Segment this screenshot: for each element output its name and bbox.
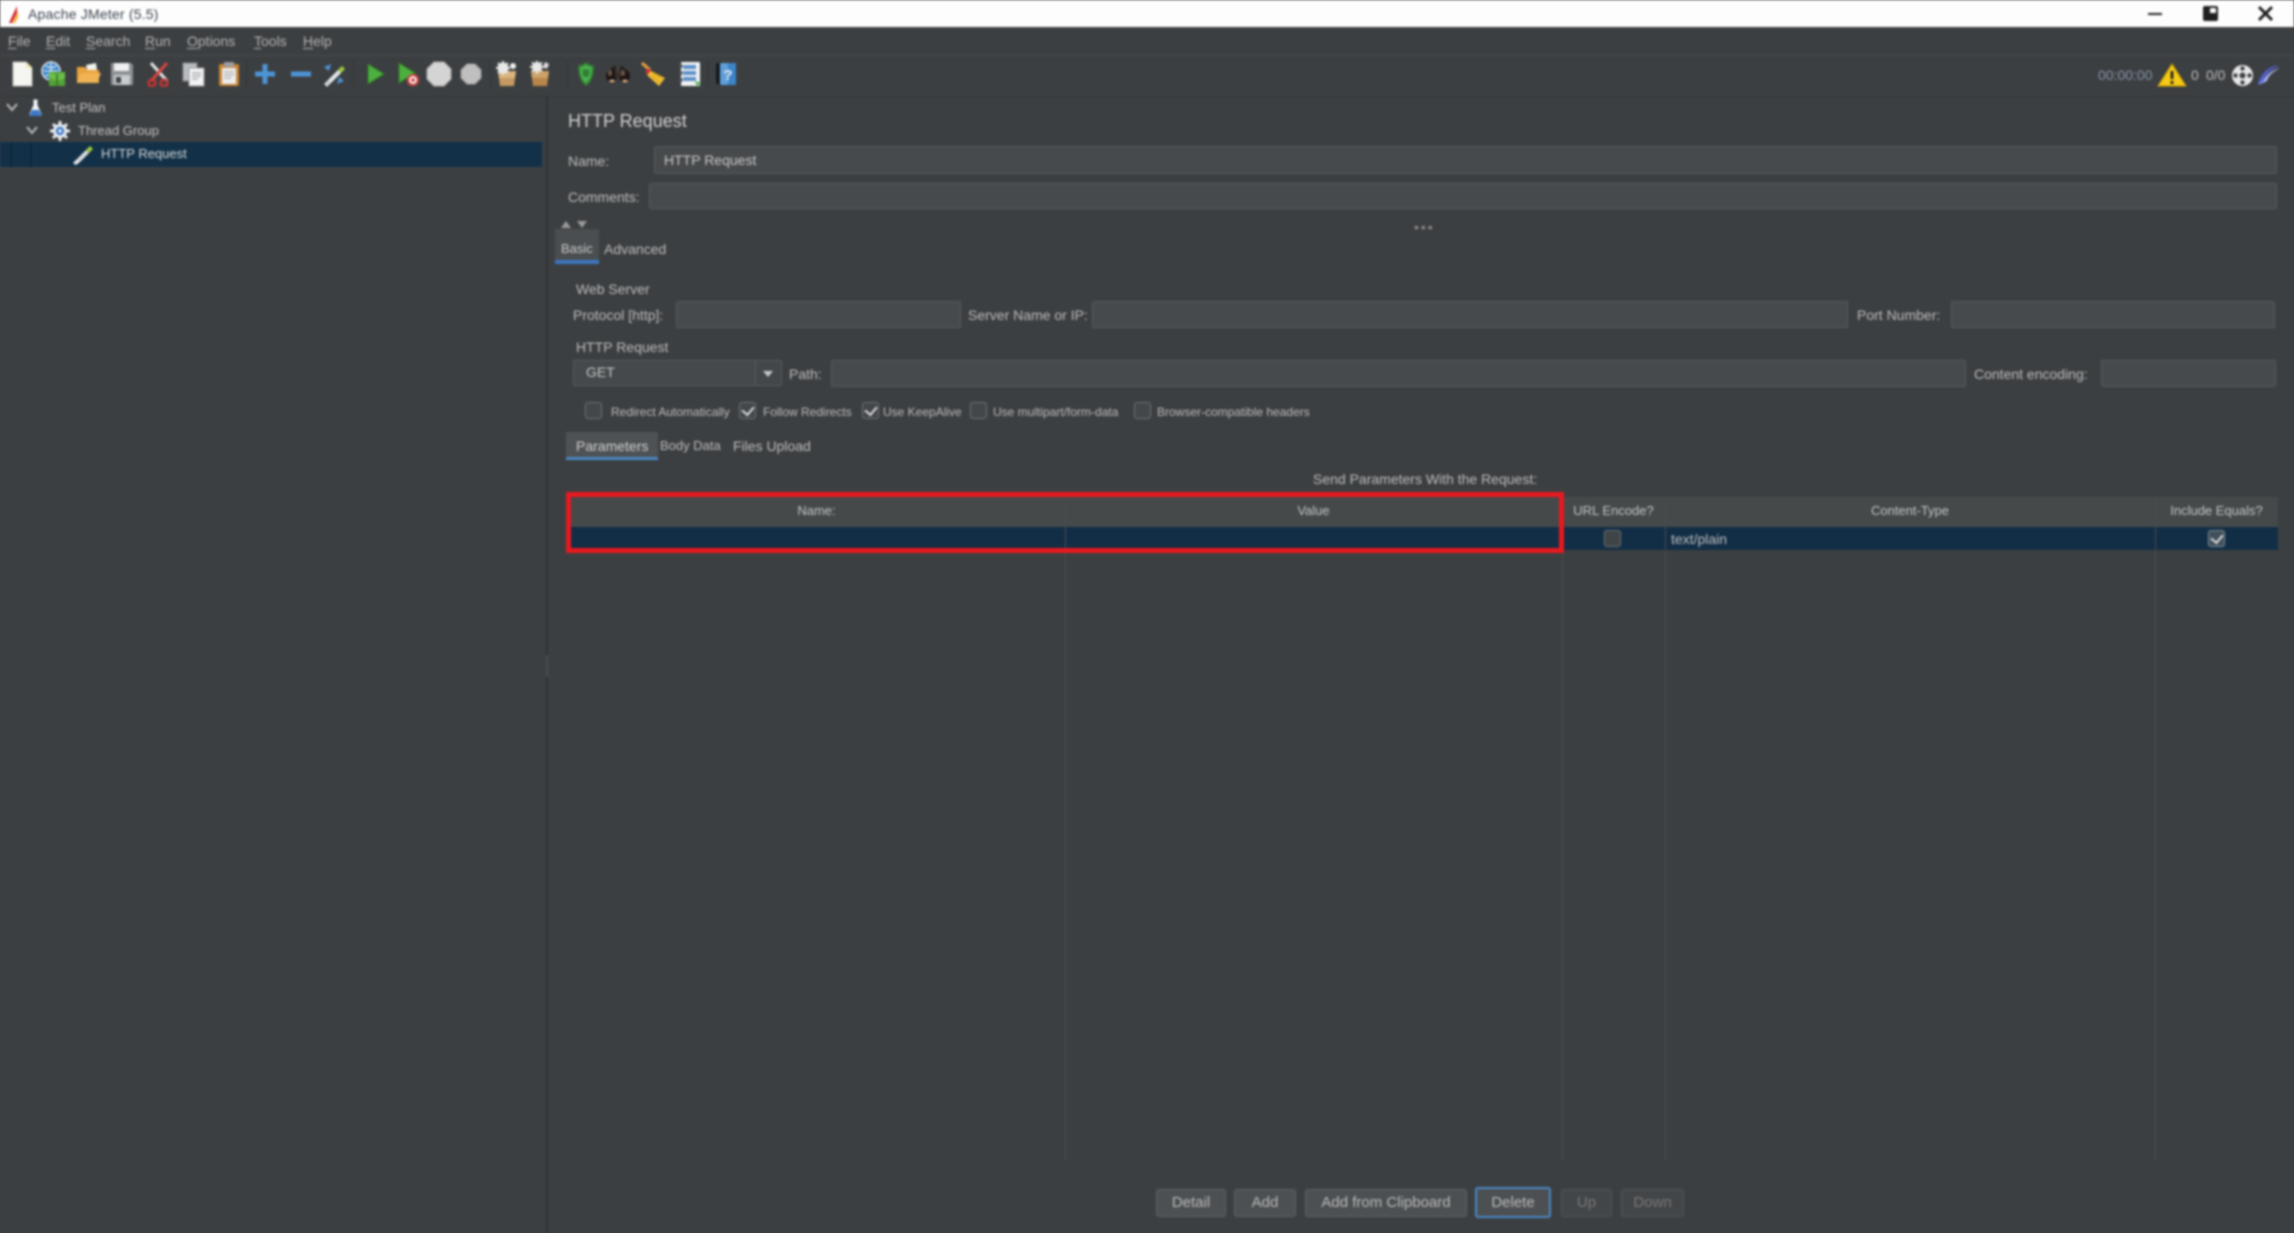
- svg-text:?: ?: [723, 67, 732, 84]
